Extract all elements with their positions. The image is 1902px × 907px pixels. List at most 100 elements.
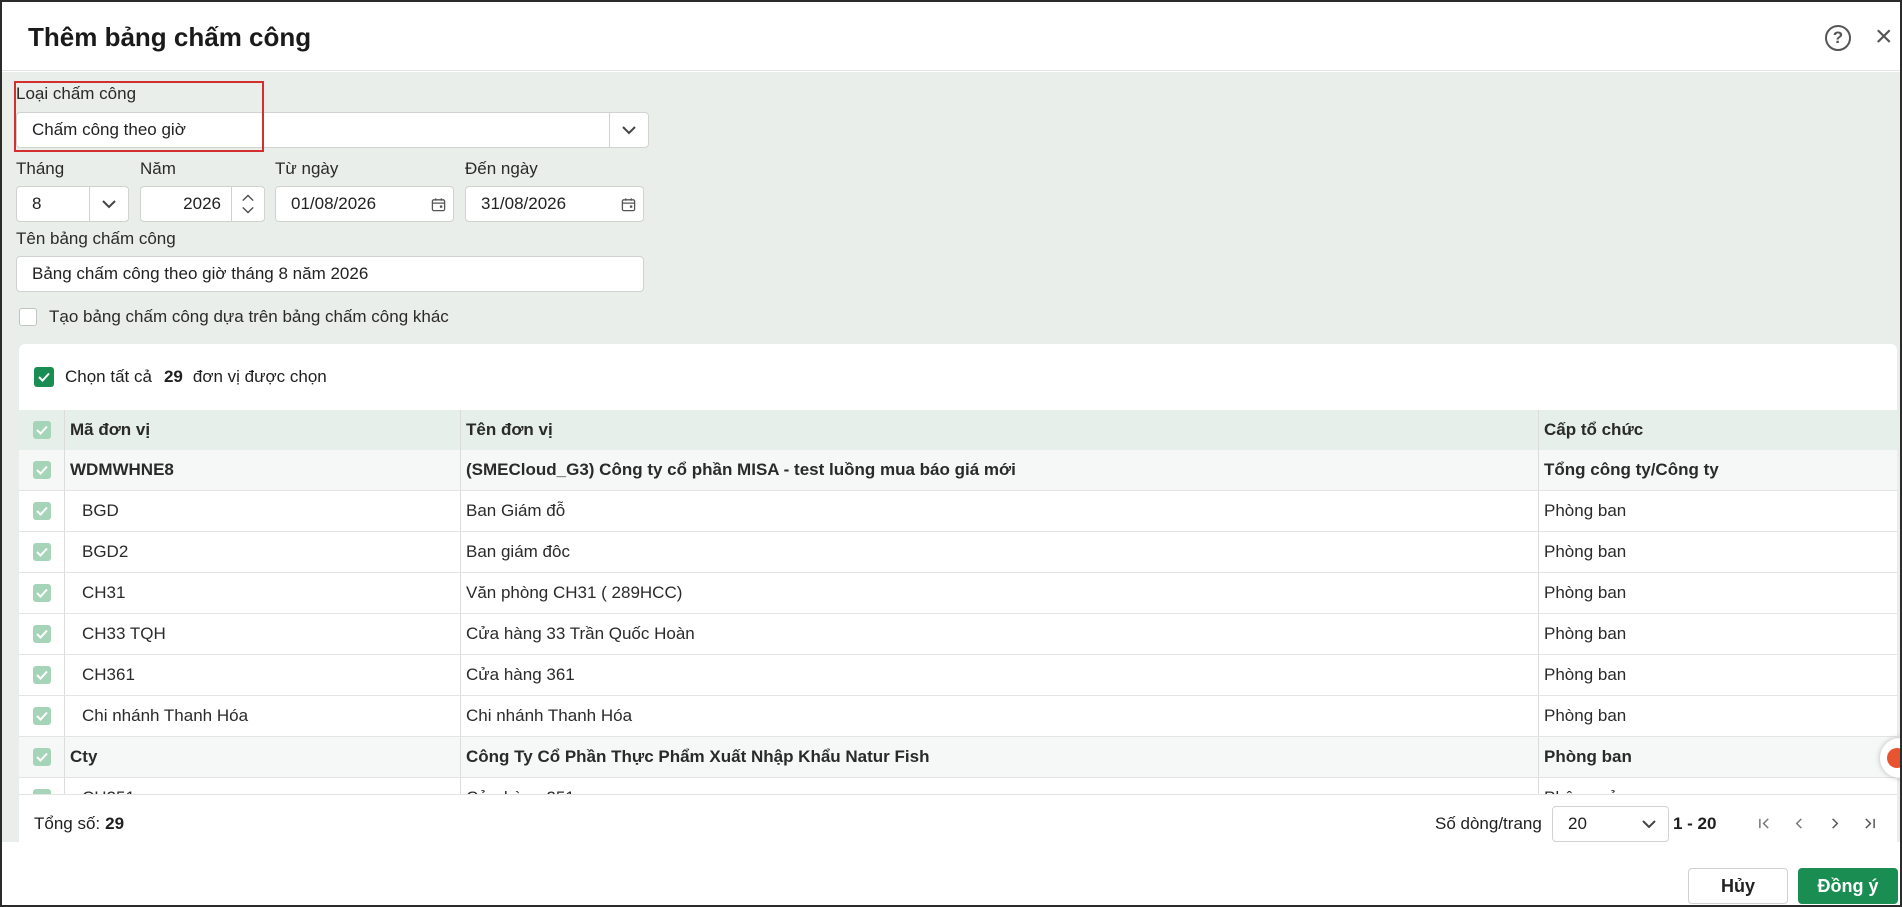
from-date-value: 01/08/2026 [291, 194, 377, 213]
unit-code: BGD2 [82, 542, 129, 561]
timesheet-type-select[interactable]: Chấm công theo giờ [16, 112, 649, 148]
unit-name: Cửa hàng 361 [461, 655, 1539, 695]
cancel-button[interactable]: Hủy [1688, 868, 1788, 904]
to-date-value: 31/08/2026 [481, 194, 567, 213]
table-body: WDMWHNE8 (SMECloud_G3) Công ty cổ phần MI… [19, 450, 1897, 794]
timesheet-type-value: Chấm công theo giờ [32, 120, 186, 139]
timesheet-name-input[interactable]: Bảng chấm công theo giờ tháng 8 năm 2026 [16, 256, 644, 292]
year-value: 2026 [183, 194, 221, 213]
unit-name: Ban giám đôc [461, 532, 1539, 572]
table-row[interactable]: Cty Công Ty Cổ Phần Thực Phẩm Xuất Nhập K… [19, 737, 1897, 778]
unit-level: Phòng ban [1544, 665, 1627, 684]
unit-name: Ban Giám đỗ [461, 491, 1539, 531]
unit-name: Văn phòng CH31 ( 289HCC) [461, 573, 1539, 613]
chevron-down-icon[interactable] [610, 125, 648, 135]
year-stepper[interactable]: 2026 [140, 186, 265, 222]
unit-name: Chi nhánh Thanh Hóa [461, 696, 1539, 736]
table-row[interactable]: BGD Ban Giám đỗ Phòng ban [19, 491, 1897, 532]
units-table: Mã đơn vị Tên đơn vị Cấp tổ chức WDMWHNE… [19, 410, 1897, 794]
row-checkbox[interactable] [32, 625, 51, 643]
unit-level: Phòng ban [1544, 583, 1627, 602]
unit-level: Tổng công ty/Công ty [1544, 460, 1719, 479]
header-checkbox[interactable] [32, 421, 51, 439]
row-checkbox[interactable] [32, 543, 51, 561]
close-icon[interactable]: × [1875, 22, 1900, 52]
based-on-checkbox[interactable] [19, 308, 37, 326]
unit-code: CH31 [82, 583, 126, 602]
side-widget-icon [1887, 748, 1900, 768]
selected-suffix: đơn vị được chọn [192, 367, 327, 386]
from-date-label: Từ ngày [275, 159, 339, 178]
year-label: Năm [140, 159, 176, 178]
unit-code: CH361 [82, 665, 135, 684]
unit-level: Phòng ban [1544, 747, 1632, 766]
table-footer: Tổng số: 29 Số dòng/trang 20 1 - 20 [19, 794, 1897, 852]
selected-count: 29 [163, 367, 183, 386]
units-panel: Chọn tất cả 29 đơn vị được chọn Mã đơn v… [19, 344, 1897, 852]
row-checkbox[interactable] [32, 584, 51, 602]
row-checkbox[interactable] [32, 461, 51, 479]
unit-level: Phòng ban [1544, 706, 1627, 725]
chevron-down-icon[interactable] [1630, 819, 1668, 829]
chevron-up-icon[interactable] [242, 194, 254, 202]
last-page-icon[interactable] [1857, 811, 1881, 835]
row-checkbox[interactable] [32, 502, 51, 520]
column-header-name[interactable]: Tên đơn vị [461, 410, 1539, 450]
unit-name: (SMECloud_G3) Công ty cổ phần MISA - tes… [461, 450, 1539, 490]
per-page-value: 20 [1568, 814, 1587, 833]
timesheet-name-label: Tên bảng chấm công [16, 229, 176, 248]
table-row[interactable]: CH361 Cửa hàng 361 Phòng ban [19, 655, 1897, 696]
from-date-input[interactable]: 01/08/2026 [275, 186, 454, 222]
table-row[interactable]: CH31 Văn phòng CH31 ( 289HCC) Phòng ban [19, 573, 1897, 614]
table-row[interactable]: CH251Cửa hàng 251Phân xưởng [19, 778, 1897, 794]
unit-code: Chi nhánh Thanh Hóa [82, 706, 249, 725]
table-row[interactable]: CH33 TQH Cửa hàng 33 Trần Quốc Hoàn Phòng … [19, 614, 1897, 655]
next-page-icon[interactable] [1822, 811, 1846, 835]
row-checkbox[interactable] [32, 748, 51, 766]
total-label: Tổng số: [34, 813, 101, 833]
confirm-button[interactable]: Đồng ý [1798, 868, 1898, 904]
page-range: 1 - 20 [1673, 814, 1717, 833]
unit-level: Phân xưởng [1539, 778, 1897, 794]
to-date-input[interactable]: 31/08/2026 [465, 186, 644, 222]
row-checkbox[interactable] [32, 666, 51, 684]
calendar-icon[interactable] [423, 197, 453, 212]
table-row[interactable]: WDMWHNE8 (SMECloud_G3) Công ty cổ phần MI… [19, 450, 1897, 491]
type-label: Loại chấm công [16, 84, 137, 103]
to-date-label: Đến ngày [465, 159, 538, 178]
unit-name: Cửa hàng 33 Trần Quốc Hoàn [461, 614, 1539, 654]
timesheet-name-value: Bảng chấm công theo giờ tháng 8 năm 2026 [32, 264, 369, 283]
chevron-down-icon[interactable] [242, 206, 254, 214]
selection-bar: Chọn tất cả 29 đơn vị được chọn [19, 344, 1897, 410]
month-value: 8 [32, 194, 42, 213]
dialog-actions: Hủy Đồng ý [2, 852, 1900, 905]
select-all-label: Chọn tất cả [65, 367, 152, 386]
table-header: Mã đơn vị Tên đơn vị Cấp tổ chức [19, 410, 1897, 450]
unit-name: Công Ty Cổ Phần Thực Phẩm Xuất Nhập Khẩu… [461, 737, 1539, 777]
column-header-level[interactable]: Cấp tổ chức [1539, 410, 1897, 450]
month-select[interactable]: 8 [16, 186, 129, 222]
select-all-checkbox[interactable] [34, 367, 54, 387]
add-timesheet-dialog: Thêm bảng chấm công ? × Loại chấm công C… [0, 0, 1902, 907]
unit-name: Cửa hàng 251 [461, 778, 1539, 794]
unit-code: WDMWHNE8 [70, 460, 174, 479]
unit-code: CH33 TQH [82, 624, 166, 643]
per-page-select[interactable]: 20 [1552, 806, 1669, 842]
row-checkbox[interactable] [32, 707, 51, 725]
table-row[interactable]: BGD2 Ban giám đôc Phòng ban [19, 532, 1897, 573]
month-label: Tháng [16, 159, 65, 178]
first-page-icon[interactable] [1752, 811, 1776, 835]
calendar-icon[interactable] [613, 197, 643, 212]
prev-page-icon[interactable] [1787, 811, 1811, 835]
chevron-down-icon[interactable] [90, 199, 128, 209]
total-value: 29 [105, 813, 125, 833]
dialog-header: Thêm bảng chấm công ? × [2, 2, 1900, 71]
unit-level: Phòng ban [1544, 624, 1627, 643]
per-page-label: Số dòng/trang [1435, 814, 1542, 833]
unit-level: Phòng ban [1544, 501, 1627, 520]
unit-level: Phòng ban [1544, 542, 1627, 561]
table-row[interactable]: Chi nhánh Thanh Hóa Chi nhánh Thanh Hóa Ph… [19, 696, 1897, 737]
column-header-code[interactable]: Mã đơn vị [65, 410, 461, 450]
dialog-title: Thêm bảng chấm công [28, 22, 312, 52]
help-icon[interactable]: ? [1825, 25, 1851, 51]
